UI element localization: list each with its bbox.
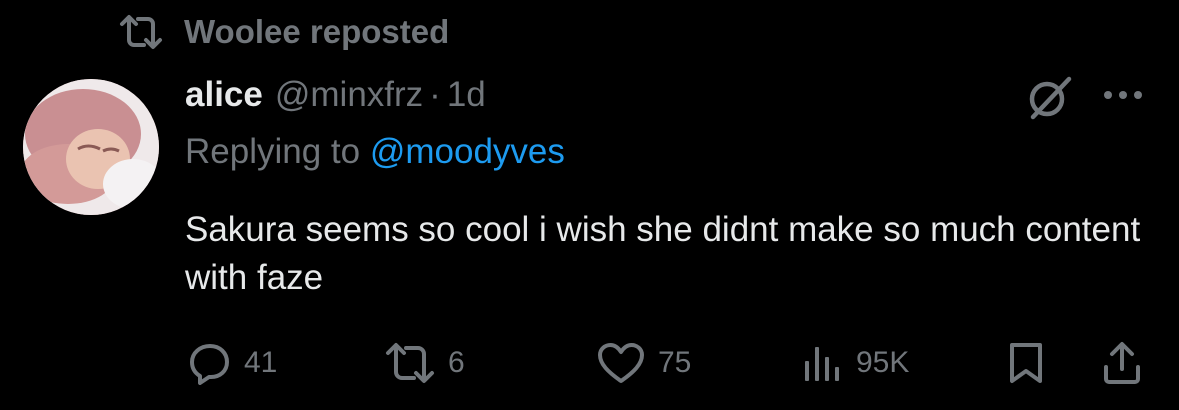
display-name[interactable]: alice <box>185 75 263 115</box>
avatar-photo <box>23 79 159 215</box>
user-handle[interactable]: @minxfrz <box>275 75 423 115</box>
repost-count: 6 <box>448 346 465 379</box>
separator-dot: · <box>429 75 441 114</box>
replying-to-line: Replying to @moodyves <box>185 132 565 172</box>
avatar[interactable] <box>23 79 159 215</box>
repost-banner-text: Woolee reposted <box>184 13 450 50</box>
like-count: 75 <box>658 346 692 379</box>
grok-icon[interactable] <box>1025 73 1073 121</box>
replying-to-mention[interactable]: @moodyves <box>370 132 565 171</box>
replying-to-label: Replying to <box>185 132 361 171</box>
more-options-icon[interactable] <box>1098 80 1148 110</box>
share-icon <box>1104 342 1140 384</box>
bookmark-button[interactable] <box>1006 340 1046 386</box>
repost-icon <box>118 14 164 50</box>
tweet-header: alice @minxfrz · 1d <box>185 70 486 120</box>
repost-action-icon <box>386 343 434 383</box>
reply-button[interactable]: 41 <box>188 340 277 386</box>
views-icon <box>805 347 839 381</box>
like-button[interactable]: 75 <box>596 340 691 386</box>
view-count: 95K <box>856 346 910 379</box>
timestamp[interactable]: 1d <box>447 75 486 115</box>
reply-icon <box>190 344 229 385</box>
repost-banner[interactable]: Woolee reposted <box>118 10 449 54</box>
share-button[interactable] <box>1100 340 1144 386</box>
views-button[interactable]: 95K <box>800 340 909 386</box>
repost-button[interactable]: 6 <box>384 340 465 386</box>
heart-icon <box>598 343 644 383</box>
bookmark-icon <box>1010 343 1042 383</box>
tweet-text: Sakura seems so cool i wish she didnt ma… <box>185 210 1141 297</box>
reply-count: 41 <box>244 346 278 379</box>
